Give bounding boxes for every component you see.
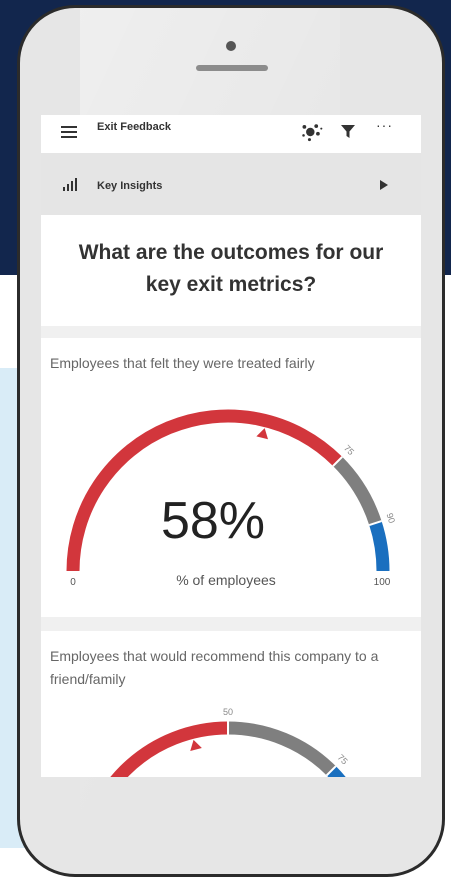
gauge-threshold-label: 75 [336, 752, 350, 766]
gauge-chart: 50 75 [110, 707, 350, 777]
gauge-threshold-label: 50 [223, 707, 233, 717]
app-title: Exit Feedback [97, 121, 171, 133]
gauge-max-label: 100 [374, 577, 391, 588]
gauge-value-label: 58% [161, 492, 265, 550]
menu-icon[interactable] [61, 126, 77, 138]
play-icon[interactable] [380, 180, 388, 190]
key-insights-bar[interactable]: Key Insights [41, 153, 421, 215]
headline-text: What are the outcomes for our key exit m… [78, 241, 384, 296]
gauge-threshold-label: 90 [384, 512, 397, 525]
bar-chart-icon [63, 178, 79, 191]
gauge-value-marker [190, 739, 202, 752]
phone-speaker [196, 65, 268, 71]
gauge-card-recommend[interactable]: Employees that would recommend this comp… [41, 631, 421, 777]
gauge-chart: 58% % of employees 0 100 75 90 [66, 409, 397, 588]
filter-icon[interactable] [340, 123, 356, 139]
gauge-band-2 [326, 766, 346, 777]
gauge-band-1 [227, 721, 336, 776]
key-insights-label: Key Insights [97, 180, 163, 192]
phone-frame: Exit Feedback ··· Key Insights What are … [17, 5, 445, 877]
app-screen: Exit Feedback ··· Key Insights What are … [41, 115, 421, 777]
more-icon[interactable]: ··· [376, 117, 393, 133]
gauge-min-label: 0 [70, 577, 76, 588]
gauge-band-1 [332, 456, 382, 526]
gauge-card-fair-treatment[interactable]: Employees that felt they were treated fa… [41, 338, 421, 617]
cluster-icon[interactable] [301, 121, 323, 143]
phone-camera [226, 41, 236, 51]
gauge-value-marker [256, 428, 269, 440]
gauge-band-2 [369, 521, 390, 572]
gauge-band-0 [110, 721, 229, 777]
app-header: Exit Feedback ··· [41, 115, 421, 153]
gauge-subtitle: % of employees [176, 572, 276, 588]
headline-card: What are the outcomes for our key exit m… [41, 215, 421, 326]
gauge-threshold-label: 75 [342, 443, 356, 457]
